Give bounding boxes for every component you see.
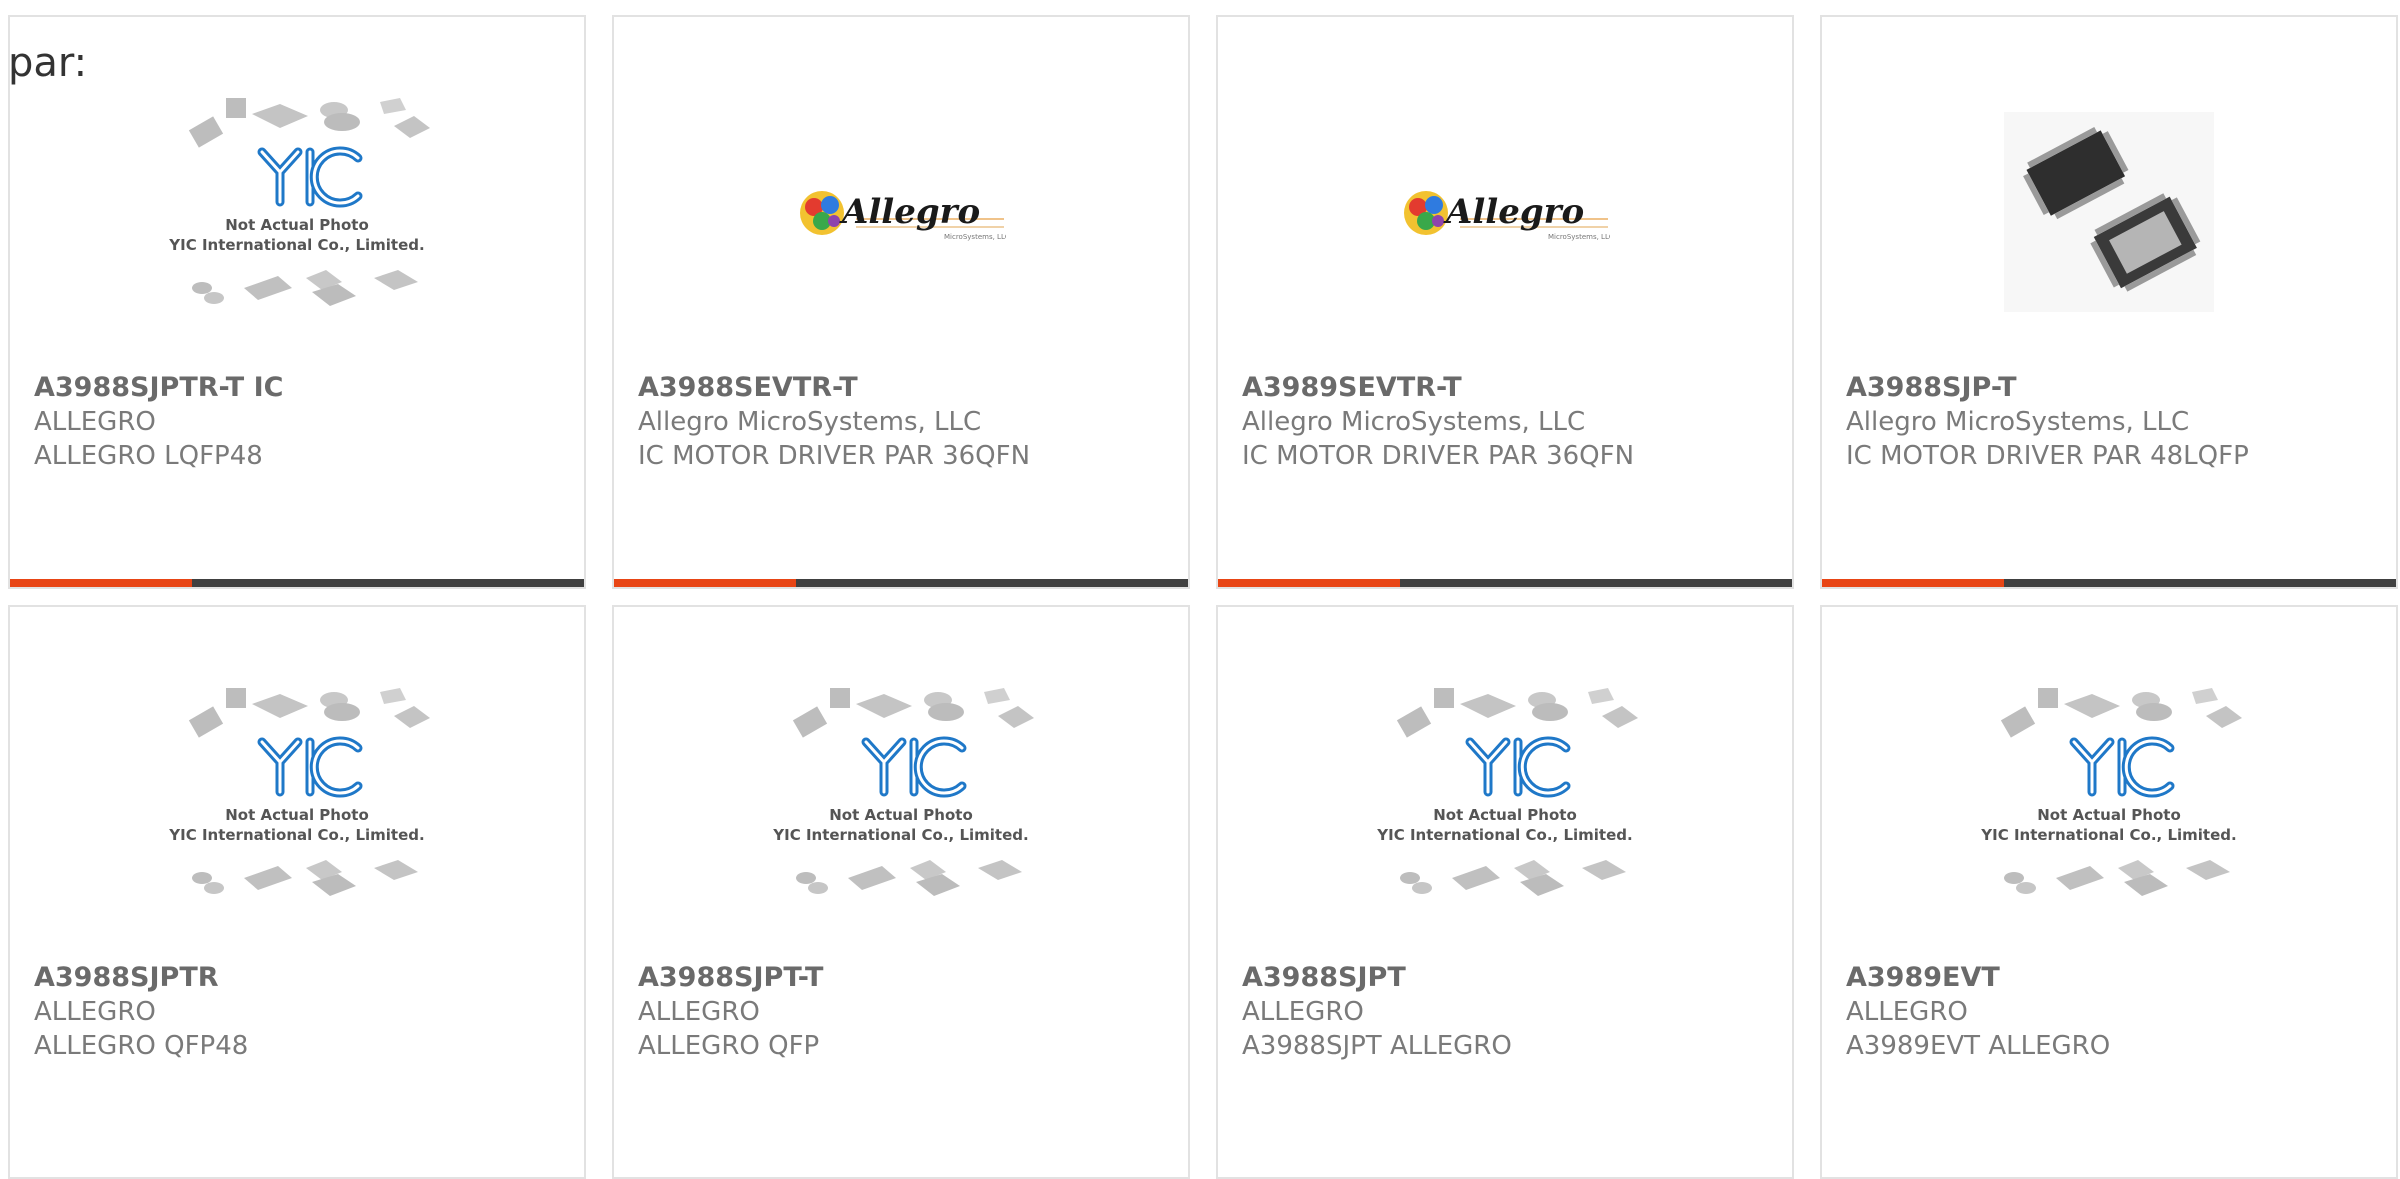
chip-photo-image [1822, 62, 2396, 362]
part-number[interactable]: A3988SEVTR-T [638, 371, 1178, 405]
manufacturer: Allegro MicroSystems, LLC [1846, 407, 2190, 437]
placeholder-line2: YIC International Co., Limited. [168, 826, 424, 844]
product-card[interactable]: Not Actual Photo YIC International Co., … [8, 605, 586, 1179]
placeholder-line2: YIC International Co., Limited. [1980, 826, 2236, 844]
placeholder-line2: YIC International Co., Limited. [772, 826, 1028, 844]
product-image-placeholder: Not Actual Photo YIC International Co., … [614, 652, 1188, 952]
product-card[interactable]: Allegro MicroSystems, LLC A3988SEVTR-T A… [612, 15, 1190, 589]
card-accent-bar [1822, 579, 2396, 587]
product-image-placeholder: Not Actual Photo YIC International Co., … [10, 652, 584, 952]
description: IC MOTOR DRIVER PAR 48LQFP [1846, 441, 2249, 471]
product-card[interactable]: Not Actual Photo YIC International Co., … [1216, 605, 1794, 1179]
product-card[interactable]: Allegro MicroSystems, LLC A3989SEVTR-T A… [1216, 15, 1794, 589]
part-number[interactable]: A3988SJP-T [1846, 371, 2386, 405]
description: A3989EVT ALLEGRO [1846, 1031, 2111, 1061]
product-image-placeholder: Not Actual Photo YIC International Co., … [10, 62, 584, 362]
placeholder-line1: Not Actual Photo [225, 216, 369, 234]
page-label: par: [8, 40, 88, 86]
description: IC MOTOR DRIVER PAR 36QFN [638, 441, 1031, 471]
manufacturer: ALLEGRO [34, 997, 156, 1027]
placeholder-line1: Not Actual Photo [2037, 806, 2181, 824]
part-number[interactable]: A3988SJPTR-T IC [34, 371, 574, 405]
manufacturer: ALLEGRO [638, 997, 760, 1027]
card-accent-bar [614, 579, 1188, 587]
part-number[interactable]: A3988SJPT [1242, 961, 1782, 995]
description: ALLEGRO LQFP48 [34, 441, 263, 471]
product-card[interactable]: A3988SJP-T Allegro MicroSystems, LLC IC … [1820, 15, 2398, 589]
description: ALLEGRO QFP [638, 1031, 820, 1061]
placeholder-line1: Not Actual Photo [1433, 806, 1577, 824]
svg-text:MicroSystems, LLC: MicroSystems, LLC [944, 233, 1006, 241]
description: A3988SJPT ALLEGRO [1242, 1031, 1512, 1061]
description: IC MOTOR DRIVER PAR 36QFN [1242, 441, 1635, 471]
manufacturer-logo: Allegro MicroSystems, LLC [614, 62, 1188, 362]
manufacturer: ALLEGRO [1242, 997, 1364, 1027]
part-number[interactable]: A3988SJPT-T [638, 961, 1178, 995]
product-card[interactable]: Not Actual Photo YIC International Co., … [8, 15, 586, 589]
description: ALLEGRO QFP48 [34, 1031, 249, 1061]
part-number[interactable]: A3989EVT [1846, 961, 2386, 995]
placeholder-line1: Not Actual Photo [225, 806, 369, 824]
product-card[interactable]: Not Actual Photo YIC International Co., … [612, 605, 1190, 1179]
svg-text:Allegro: Allegro [1443, 192, 1584, 232]
card-accent-bar [1218, 579, 1792, 587]
placeholder-line1: Not Actual Photo [829, 806, 973, 824]
product-card[interactable]: Not Actual Photo YIC International Co., … [1820, 605, 2398, 1179]
manufacturer: Allegro MicroSystems, LLC [1242, 407, 1586, 437]
placeholder-line2: YIC International Co., Limited. [1376, 826, 1632, 844]
placeholder-line2: YIC International Co., Limited. [168, 236, 424, 254]
manufacturer: Allegro MicroSystems, LLC [638, 407, 982, 437]
product-image-placeholder: Not Actual Photo YIC International Co., … [1822, 652, 2396, 952]
product-image-placeholder: Not Actual Photo YIC International Co., … [1218, 652, 1792, 952]
manufacturer: ALLEGRO [1846, 997, 1968, 1027]
svg-text:MicroSystems, LLC: MicroSystems, LLC [1548, 233, 1610, 241]
part-number[interactable]: A3988SJPTR [34, 961, 574, 995]
manufacturer-logo: Allegro MicroSystems, LLC [1218, 62, 1792, 362]
card-accent-bar [10, 579, 584, 587]
svg-text:Allegro: Allegro [839, 192, 980, 232]
manufacturer: ALLEGRO [34, 407, 156, 437]
part-number[interactable]: A3989SEVTR-T [1242, 371, 1782, 405]
